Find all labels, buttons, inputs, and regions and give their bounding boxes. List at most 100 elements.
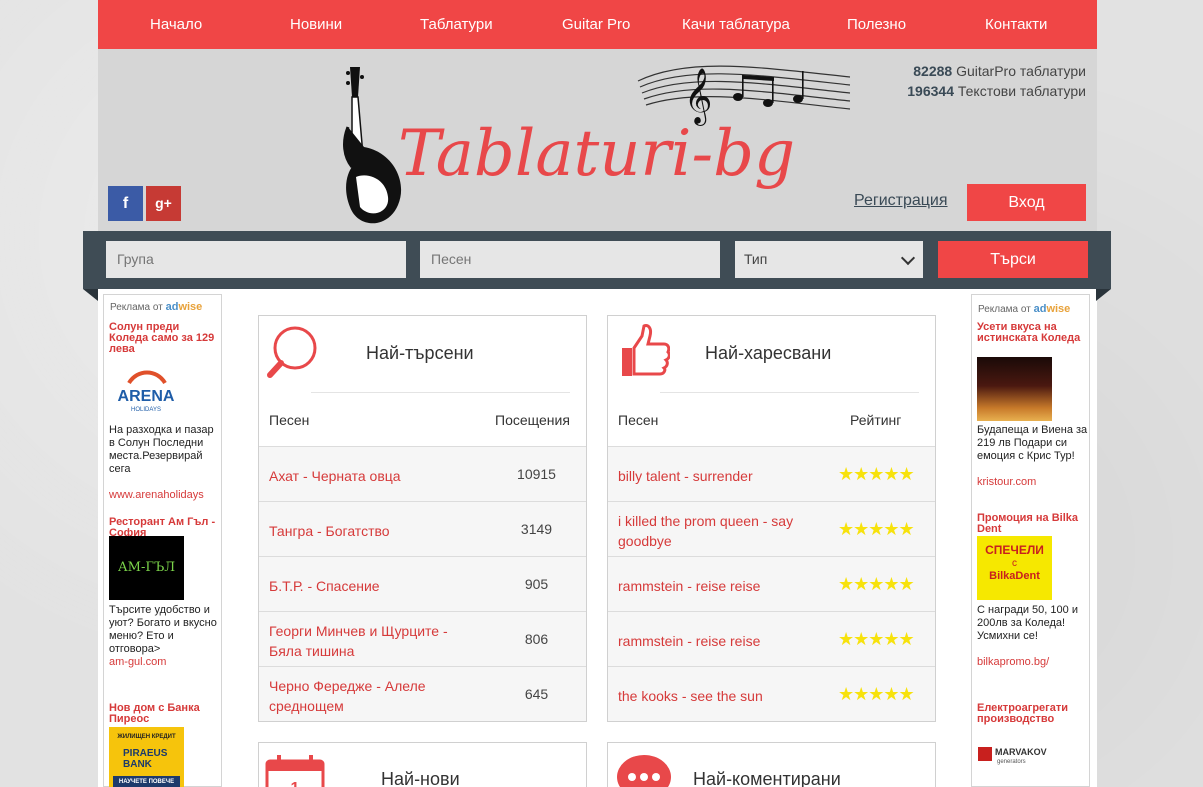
text-label: Текстови таблатури bbox=[957, 83, 1086, 99]
ad-title[interactable]: Солун преди Коледа само за 129 лева bbox=[109, 322, 219, 355]
svg-text:1: 1 bbox=[291, 780, 300, 787]
login-button[interactable]: Вход bbox=[967, 184, 1086, 221]
table-row[interactable]: Ахат - Черната овца 10915 bbox=[259, 446, 586, 501]
table-row[interactable]: rammstein - reise reise ★★★★★ bbox=[608, 556, 935, 611]
rating-stars: ★★★★★ bbox=[838, 629, 915, 649]
panel-most-liked: Най-харесвани Песен Рейтинг billy talent… bbox=[607, 315, 936, 722]
panel-most-commented: Най-коментирани bbox=[607, 742, 936, 787]
panel-most-searched: Най-търсени Песен Посещения Ахат - Черна… bbox=[258, 315, 587, 722]
visit-count: 905 bbox=[524, 576, 549, 592]
music-staff-decoration bbox=[637, 65, 851, 110]
search-bar: Тип Търси bbox=[83, 231, 1111, 301]
ad-url[interactable]: bilkapromo.bg/ bbox=[977, 656, 1049, 669]
svg-text:generators: generators bbox=[997, 759, 1026, 765]
ad-label: Реклама от adwise bbox=[110, 301, 203, 313]
nav-useful[interactable]: Полезно bbox=[847, 16, 906, 33]
ad-sidebar-left: Реклама от adwise Солун преди Коледа сам… bbox=[103, 294, 222, 787]
google-plus-button[interactable]: g+ bbox=[146, 186, 181, 221]
site-logo[interactable]: 𝄞 Tablaturi-bg bbox=[338, 57, 858, 232]
ad-title[interactable]: Електроагрегати производство bbox=[977, 703, 1087, 725]
calendar-icon: 1 bbox=[265, 755, 325, 787]
facebook-button[interactable]: f bbox=[108, 186, 143, 221]
song-link[interactable]: Ахат - Черната овца bbox=[269, 456, 479, 496]
type-select[interactable]: Тип bbox=[735, 241, 923, 278]
chevron-down-icon bbox=[900, 250, 916, 266]
ad-image-marvakov[interactable]: MARVAKOV generators bbox=[977, 743, 1052, 771]
ad-sidebar-right: Реклама от adwise Усети вкуса на истинск… bbox=[971, 294, 1090, 787]
table-row[interactable]: Георги Минчев и Щурците - Бяла тишина 806 bbox=[259, 611, 586, 666]
type-select-label: Тип bbox=[744, 251, 768, 267]
ad-image-amgul[interactable]: АМ-ГЪЛ bbox=[109, 536, 184, 600]
ad-label: Реклама от adwise bbox=[978, 303, 1071, 315]
divider bbox=[311, 392, 570, 393]
rating-stars: ★★★★★ bbox=[838, 519, 915, 539]
stats-block: 82288 GuitarPro таблатури 196344 Текстов… bbox=[907, 61, 1086, 101]
adwise-logo: adwise bbox=[165, 301, 203, 313]
nav-news[interactable]: Новини bbox=[290, 16, 342, 33]
ad-image-arena[interactable]: ARENA HOLIDAYS bbox=[109, 357, 184, 421]
svg-text:MARVAKOV: MARVAKOV bbox=[995, 747, 1047, 757]
song-link[interactable]: rammstein - reise reise bbox=[618, 566, 828, 606]
song-link[interactable]: Б.Т.Р. - Спасение bbox=[269, 566, 479, 606]
svg-text:ARENA: ARENA bbox=[118, 388, 175, 405]
google-plus-icon: g+ bbox=[155, 195, 172, 211]
song-search-input[interactable] bbox=[420, 241, 720, 278]
rating-stars: ★★★★★ bbox=[838, 464, 915, 484]
panel-title: Най-коментирани bbox=[693, 769, 841, 787]
logo-text: Tablaturi-bg bbox=[398, 117, 795, 191]
ad-url[interactable]: kristour.com bbox=[977, 476, 1036, 489]
table-row[interactable]: i killed the prom queen - say goodbye ★★★… bbox=[608, 501, 935, 556]
table-row[interactable]: the kooks - see the sun ★★★★★ bbox=[608, 666, 935, 721]
nav-guitar-pro[interactable]: Guitar Pro bbox=[562, 16, 630, 33]
song-link[interactable]: the kooks - see the sun bbox=[618, 676, 828, 716]
ad-url[interactable]: am-gul.com bbox=[109, 656, 166, 669]
nav-tabs[interactable]: Таблатури bbox=[420, 16, 493, 33]
col-header-visits: Посещения bbox=[495, 412, 570, 428]
song-link[interactable]: rammstein - reise reise bbox=[618, 621, 828, 661]
table-row[interactable]: Тангра - Богатство 3149 bbox=[259, 501, 586, 556]
main-nav: Начало Новини Таблатури Guitar Pro Качи … bbox=[98, 0, 1097, 49]
ad-image-bilka[interactable]: СПЕЧЕЛИ с BilkaDent bbox=[977, 536, 1052, 600]
table-row[interactable]: billy talent - surrender ★★★★★ bbox=[608, 446, 935, 501]
nav-contacts[interactable]: Контакти bbox=[985, 16, 1047, 33]
ad-image-kristour[interactable] bbox=[977, 357, 1052, 421]
search-button[interactable]: Търси bbox=[938, 241, 1088, 278]
ad-image-piraeus[interactable]: ЖИЛИЩЕН КРЕДИТ PIRAEUS BANK НАУЧЕТЕ ПОВЕ… bbox=[109, 727, 184, 787]
col-header-song: Песен bbox=[618, 412, 659, 428]
visit-count: 645 bbox=[524, 686, 549, 702]
table-row[interactable]: Черно Фередже - Алеле среднощем 645 bbox=[259, 666, 586, 721]
ad-text: Будапеща и Виена за 219 лв Подари си емо… bbox=[977, 424, 1088, 462]
ad-title[interactable]: Усети вкуса на истинската Коледа bbox=[977, 322, 1087, 344]
song-link[interactable]: Тангра - Богатство bbox=[269, 511, 479, 551]
nav-home[interactable]: Начало bbox=[150, 16, 202, 33]
rating-stars: ★★★★★ bbox=[838, 574, 915, 594]
ad-text: С награди 50, 100 и 200лв за Коледа! Усм… bbox=[977, 604, 1078, 642]
adwise-logo: adwise bbox=[1033, 303, 1071, 315]
ad-title[interactable]: Нов дом с Банка Пиреос bbox=[109, 703, 219, 725]
divider bbox=[660, 392, 919, 393]
panel-title: Най-търсени bbox=[366, 343, 474, 363]
ad-text: На разходка и пазар в Солун Последни мес… bbox=[109, 424, 214, 475]
chat-bubble-icon bbox=[617, 755, 671, 787]
magnifier-icon bbox=[267, 326, 317, 378]
table-row[interactable]: rammstein - reise reise ★★★★★ bbox=[608, 611, 935, 666]
group-search-input[interactable] bbox=[106, 241, 406, 278]
panel-title: Най-нови bbox=[381, 769, 460, 787]
song-link[interactable]: Георги Минчев и Щурците - Бяла тишина bbox=[269, 621, 479, 661]
song-link[interactable]: Черно Фередже - Алеле среднощем bbox=[269, 676, 479, 716]
ad-url[interactable]: www.arenaholidays bbox=[109, 489, 204, 502]
register-link[interactable]: Регистрация bbox=[854, 192, 948, 210]
visit-count: 10915 bbox=[517, 466, 556, 482]
nav-upload[interactable]: Качи таблатура bbox=[682, 16, 790, 33]
ad-title[interactable]: Промоция на Bilka Dent bbox=[977, 513, 1087, 535]
song-link[interactable]: i killed the prom queen - say goodbye bbox=[618, 511, 828, 551]
gp-label: GuitarPro таблатури bbox=[956, 63, 1086, 79]
facebook-icon: f bbox=[122, 195, 129, 212]
page-container: Начало Новини Таблатури Guitar Pro Качи … bbox=[98, 0, 1097, 787]
visit-count: 3149 bbox=[520, 521, 553, 537]
visit-count: 806 bbox=[524, 631, 549, 647]
table-row[interactable]: Б.Т.Р. - Спасение 905 bbox=[259, 556, 586, 611]
col-header-song: Песен bbox=[269, 412, 310, 428]
ad-text: Търсите удобство и уют? Богато и вкусно … bbox=[109, 604, 217, 655]
song-link[interactable]: billy talent - surrender bbox=[618, 456, 828, 496]
